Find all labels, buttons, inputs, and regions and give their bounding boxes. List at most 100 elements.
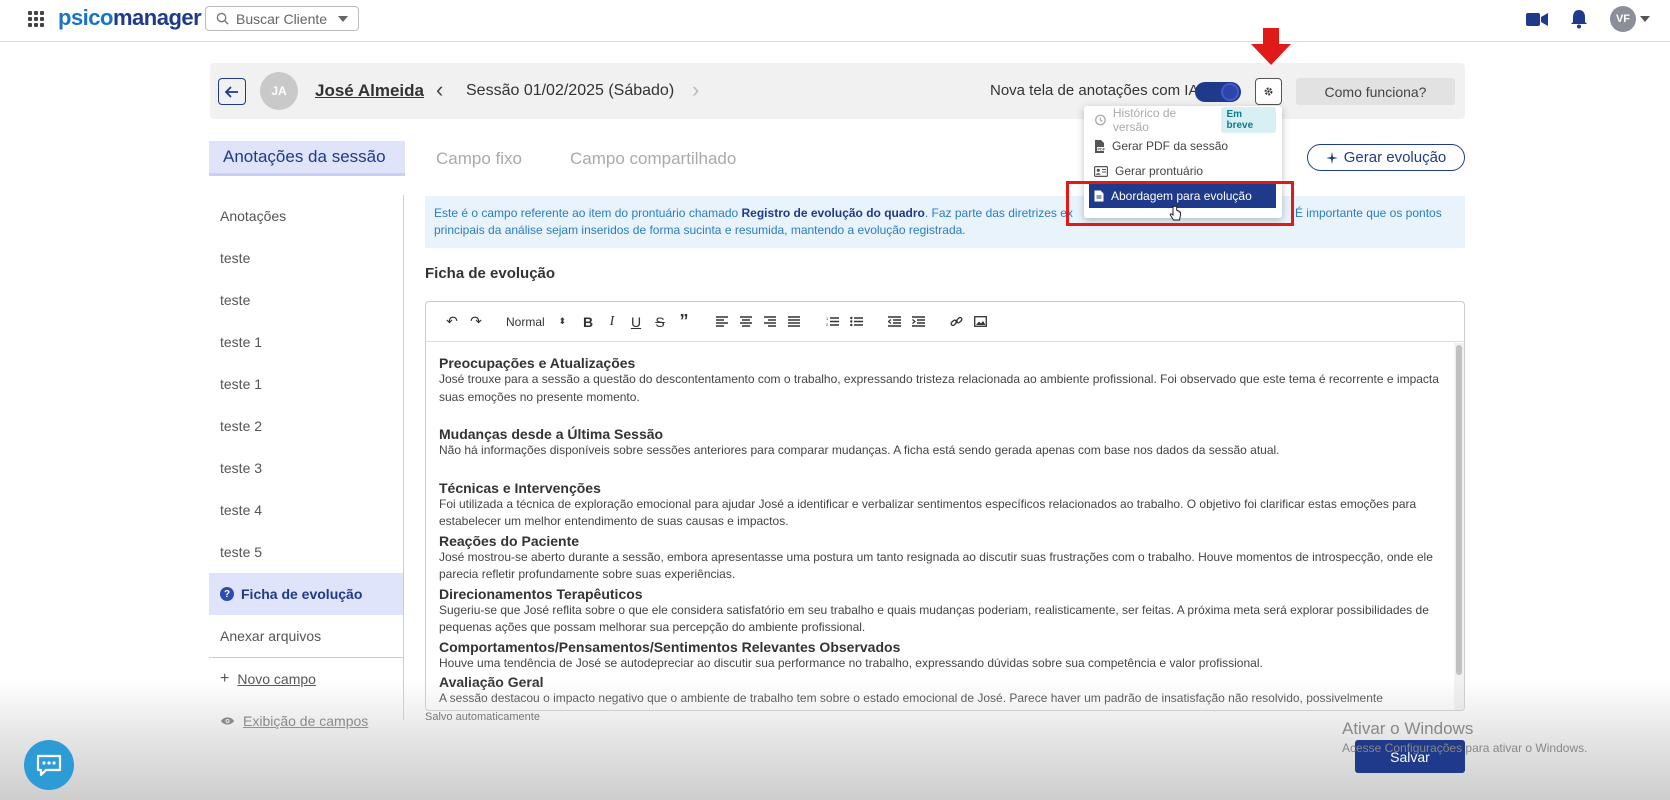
top-bar: psicomanager Buscar Cliente VF bbox=[0, 0, 1670, 42]
windows-activation-subtitle: Acesse Configurações para ativar o Windo… bbox=[1342, 741, 1588, 755]
rich-text-editor: ↶ ↷ Normal ⬍ B I U S ” 12 Preocupações e … bbox=[425, 301, 1465, 711]
settings-button[interactable] bbox=[1255, 78, 1282, 105]
search-placeholder: Buscar Cliente bbox=[236, 10, 328, 27]
banner-bold-text: Registro de evolução do quadro bbox=[741, 206, 925, 220]
sidebar-item[interactable]: teste 4 bbox=[209, 489, 404, 531]
sidebar-item[interactable]: teste 1 bbox=[209, 321, 404, 363]
sidebar-item[interactable]: teste bbox=[209, 279, 404, 321]
apps-grid-icon[interactable] bbox=[28, 11, 44, 27]
underline-icon[interactable]: U bbox=[624, 310, 648, 334]
section-title: Ficha de evolução bbox=[425, 265, 556, 282]
link-icon[interactable] bbox=[944, 310, 968, 334]
back-button[interactable] bbox=[218, 78, 246, 105]
block-text: Houve uma tendência de José se autodepre… bbox=[439, 655, 1263, 670]
block-text: A sessão destacou o impacto negativo que… bbox=[439, 691, 1383, 710]
align-center-icon[interactable] bbox=[734, 310, 758, 334]
user-avatar: VF bbox=[1610, 6, 1636, 32]
block-text: José mostrou-se aberto durante a sessão,… bbox=[439, 549, 1433, 582]
session-title: Sessão 01/02/2025 (Sábado) bbox=[466, 82, 675, 99]
video-camera-icon[interactable] bbox=[1526, 12, 1548, 27]
sidebar-item-label: Ficha de evolução bbox=[241, 586, 363, 602]
search-icon bbox=[216, 12, 229, 25]
patient-avatar: JA bbox=[260, 72, 298, 110]
chat-bubble-icon bbox=[36, 754, 62, 776]
sidebar-item-evolution[interactable]: ? Ficha de evolução bbox=[209, 573, 404, 615]
fields-sidebar: Anotações teste teste teste 1 teste 1 te… bbox=[209, 195, 404, 742]
previous-session-icon[interactable]: ‹ bbox=[436, 77, 443, 103]
tab-session-notes[interactable]: Anotações da sessão bbox=[209, 141, 405, 176]
ai-toggle-label: Nova tela de anotações com IA bbox=[990, 82, 1199, 99]
menu-item-generate-record[interactable]: Gerar prontuário bbox=[1089, 159, 1276, 183]
editor-content[interactable]: Preocupações e Atualizações José trouxe … bbox=[426, 343, 1454, 710]
windows-activation-title: Ativar o Windows bbox=[1342, 719, 1474, 738]
gear-icon bbox=[1264, 87, 1273, 96]
menu-item-generate-pdf[interactable]: PDF Gerar PDF da sessão bbox=[1089, 134, 1276, 158]
eye-icon bbox=[220, 717, 235, 725]
block-title: Reações do Paciente bbox=[439, 532, 580, 549]
align-justify-icon[interactable] bbox=[782, 310, 806, 334]
bell-icon[interactable] bbox=[1570, 9, 1588, 29]
quote-icon[interactable]: ” bbox=[672, 310, 696, 334]
svg-text:2: 2 bbox=[826, 322, 829, 327]
autosave-status: Salvo automaticamente bbox=[425, 711, 540, 723]
sidebar-border bbox=[403, 195, 404, 720]
arrow-left-icon bbox=[225, 85, 238, 98]
help-circle-icon: ? bbox=[220, 587, 234, 601]
new-field-link[interactable]: + Novo campo bbox=[209, 658, 404, 700]
redo-icon[interactable]: ↷ bbox=[464, 310, 488, 334]
tab-shared-field[interactable]: Campo compartilhado bbox=[570, 141, 736, 176]
sidebar-item[interactable]: Anotações bbox=[209, 195, 404, 237]
generate-evolution-button[interactable]: Gerar evolução bbox=[1307, 144, 1465, 171]
mouse-pointer-icon bbox=[1169, 206, 1181, 221]
sidebar-item[interactable]: teste 1 bbox=[209, 363, 404, 405]
app-logo[interactable]: psicomanager bbox=[58, 5, 202, 31]
bullet-list-icon[interactable] bbox=[844, 310, 868, 334]
align-left-icon[interactable] bbox=[710, 310, 734, 334]
strikethrough-icon[interactable]: S bbox=[648, 310, 672, 334]
image-icon[interactable] bbox=[968, 310, 992, 334]
sidebar-item[interactable]: teste 2 bbox=[209, 405, 404, 447]
sidebar-item[interactable]: teste 3 bbox=[209, 447, 404, 489]
block-title: Avaliação Geral bbox=[439, 674, 544, 690]
block-title: Comportamentos/Pensamentos/Sentimentos R… bbox=[439, 638, 901, 655]
block-title: Direcionamentos Terapêuticos bbox=[439, 585, 643, 602]
ai-notes-toggle[interactable] bbox=[1195, 82, 1241, 102]
format-select[interactable]: Normal ⬍ bbox=[488, 310, 576, 334]
block-text: Não há informações disponíveis sobre ses… bbox=[439, 443, 1280, 457]
outdent-icon[interactable] bbox=[882, 310, 906, 334]
svg-text:PDF: PDF bbox=[1098, 147, 1106, 151]
field-display-link[interactable]: Exibição de campos bbox=[209, 700, 404, 742]
italic-icon[interactable]: I bbox=[600, 310, 624, 334]
sidebar-item-attach-files[interactable]: Anexar arquivos bbox=[209, 615, 404, 657]
info-banner: Este é o campo referente ao item do pron… bbox=[425, 196, 1465, 248]
red-arrow-indicator-icon bbox=[1251, 28, 1291, 65]
indent-icon[interactable] bbox=[906, 310, 930, 334]
generate-evolution-label: Gerar evolução bbox=[1343, 149, 1447, 166]
how-it-works-button[interactable]: Como funciona? bbox=[1296, 78, 1455, 105]
editor-scrollbar[interactable] bbox=[1454, 343, 1464, 710]
editor-toolbar: ↶ ↷ Normal ⬍ B I U S ” 12 bbox=[426, 302, 1464, 342]
undo-icon[interactable]: ↶ bbox=[440, 310, 464, 334]
sidebar-item[interactable]: teste 5 bbox=[209, 531, 404, 573]
bold-icon[interactable]: B bbox=[576, 310, 600, 334]
tab-fixed-field[interactable]: Campo fixo bbox=[436, 141, 522, 176]
block-title: Preocupações e Atualizações bbox=[439, 355, 636, 371]
menu-item-version-history: Histórico de versão Em breve bbox=[1089, 106, 1276, 134]
chevron-down-icon bbox=[338, 15, 349, 22]
block-title: Técnicas e Intervenções bbox=[439, 479, 601, 496]
scrollbar-thumb[interactable] bbox=[1456, 345, 1462, 675]
select-arrows-icon: ⬍ bbox=[558, 316, 566, 326]
id-card-icon bbox=[1094, 165, 1108, 177]
block-text: Foi utilizada a técnica de exploração em… bbox=[439, 496, 1417, 529]
patient-name-link[interactable]: José Almeida bbox=[315, 81, 424, 101]
sidebar-item[interactable]: teste bbox=[209, 237, 404, 279]
align-right-icon[interactable] bbox=[758, 310, 782, 334]
user-menu[interactable]: VF bbox=[1610, 6, 1650, 32]
pdf-file-icon: PDF bbox=[1095, 139, 1106, 153]
block-text: Sugeriu-se que José reflita sobre o que … bbox=[439, 602, 1429, 635]
client-search[interactable]: Buscar Cliente bbox=[205, 6, 359, 31]
field-display-label: Exibição de campos bbox=[243, 713, 369, 729]
chat-support-button[interactable] bbox=[24, 740, 74, 790]
ordered-list-icon[interactable]: 12 bbox=[820, 310, 844, 334]
next-session-icon[interactable]: › bbox=[692, 77, 699, 103]
